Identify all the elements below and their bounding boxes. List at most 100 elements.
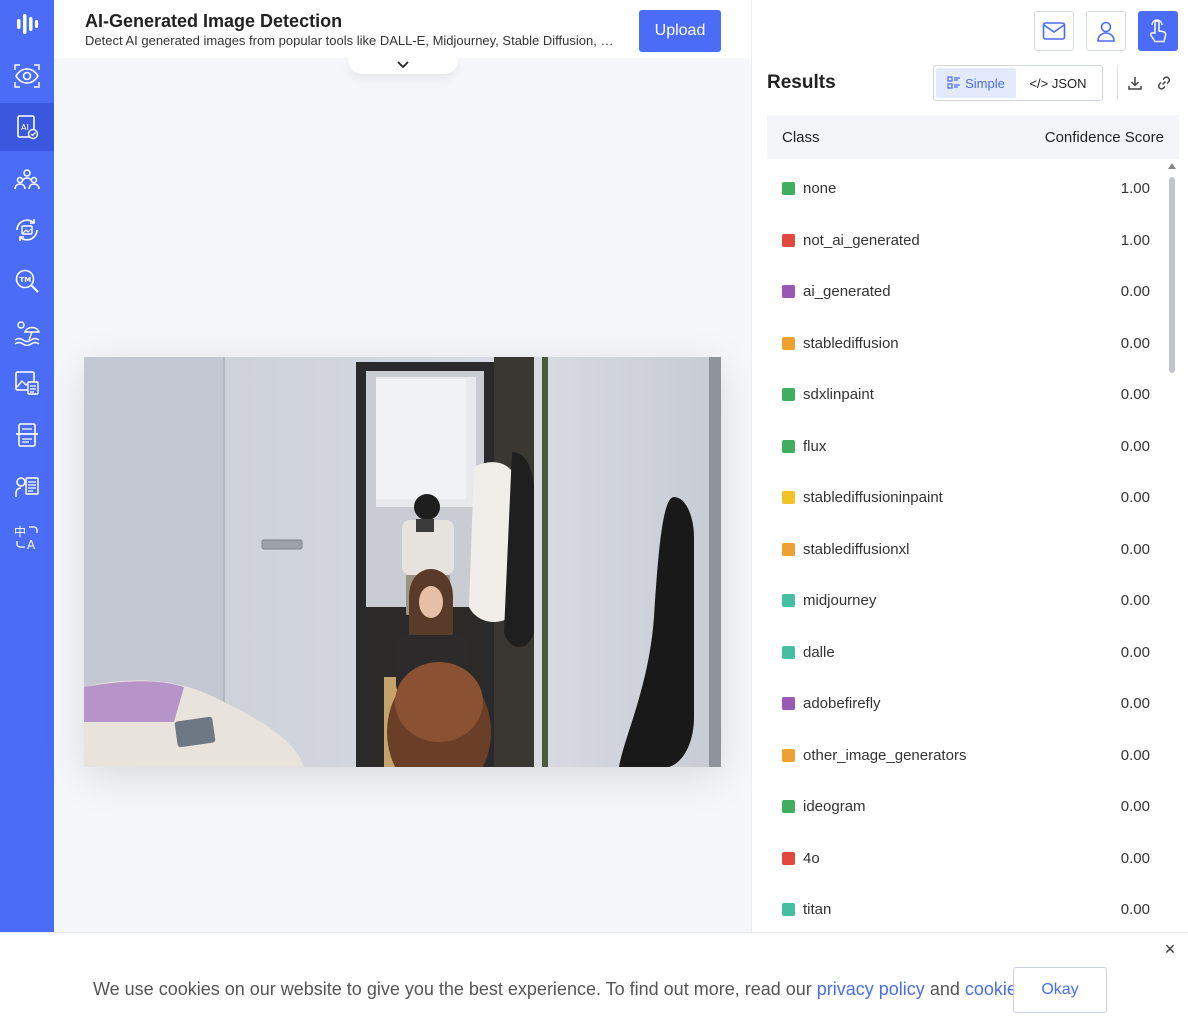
result-class: other_image_generators bbox=[782, 747, 966, 764]
download-button[interactable] bbox=[1126, 74, 1144, 92]
scroll-thumb[interactable] bbox=[1169, 177, 1175, 373]
result-row: stablediffusionxl 0.00 bbox=[767, 524, 1165, 576]
download-icon bbox=[1128, 77, 1142, 90]
column-confidence: Confidence Score bbox=[1044, 128, 1164, 146]
sidebar-item-beach[interactable] bbox=[0, 308, 54, 356]
result-row: not_ai_generated 1.00 bbox=[767, 215, 1165, 267]
sidebar-item-speech-doc[interactable] bbox=[0, 462, 54, 510]
result-row: other_image_generators 0.00 bbox=[767, 730, 1165, 782]
people-icon bbox=[14, 169, 40, 190]
class-color-swatch bbox=[782, 645, 795, 659]
scroll-up-icon[interactable] bbox=[1168, 163, 1176, 169]
class-color-swatch bbox=[782, 851, 795, 865]
class-label: 4o bbox=[803, 849, 820, 867]
result-row: sdxlinpaint 0.00 bbox=[767, 369, 1165, 421]
class-label: titan bbox=[803, 901, 832, 919]
result-class: adobefirefly bbox=[782, 695, 881, 712]
privacy-policy-link[interactable]: privacy policy bbox=[817, 979, 925, 999]
touch-button[interactable] bbox=[1138, 11, 1178, 51]
result-class: ideogram bbox=[782, 798, 866, 815]
result-row: dalle 0.00 bbox=[767, 627, 1165, 679]
class-label: stablediffusionxl bbox=[803, 540, 910, 558]
class-label: midjourney bbox=[803, 592, 877, 610]
class-color-swatch bbox=[782, 336, 795, 350]
trademark-search-icon: TM bbox=[15, 269, 39, 293]
user-icon bbox=[1097, 21, 1115, 42]
results-scrollbar[interactable] bbox=[1167, 163, 1177, 932]
chevron-down-icon bbox=[397, 61, 409, 69]
sidebar-item-people[interactable] bbox=[0, 155, 54, 203]
result-row: none 1.00 bbox=[767, 163, 1165, 215]
confidence-score: 0.00 bbox=[1120, 437, 1150, 455]
upload-button[interactable]: Upload bbox=[639, 10, 721, 52]
ai-image-icon: AI bbox=[17, 115, 39, 140]
class-color-swatch bbox=[782, 903, 795, 917]
svg-text:A: A bbox=[27, 538, 36, 551]
main-panel: AI-Generated Image Detection Detect AI g… bbox=[54, 0, 751, 932]
touch-icon bbox=[1149, 19, 1167, 43]
result-row: stablediffusioninpaint 0.00 bbox=[767, 472, 1165, 524]
confidence-score: 0.00 bbox=[1120, 798, 1150, 816]
confidence-score: 0.00 bbox=[1120, 643, 1150, 661]
confidence-score: 0.00 bbox=[1120, 849, 1150, 867]
copy-link-button[interactable] bbox=[1155, 74, 1173, 92]
confidence-score: 0.00 bbox=[1120, 283, 1150, 301]
mail-button[interactable] bbox=[1034, 11, 1074, 51]
confidence-score: 0.00 bbox=[1120, 901, 1150, 919]
confidence-score: 0.00 bbox=[1120, 592, 1150, 610]
result-row: ideogram 0.00 bbox=[767, 781, 1165, 833]
view-toggle: Simple </> JSON bbox=[933, 65, 1103, 101]
result-class: titan bbox=[782, 901, 831, 918]
class-label: ideogram bbox=[803, 798, 866, 816]
page-subtitle: Detect AI generated images from popular … bbox=[85, 33, 620, 48]
result-row: titan 0.00 bbox=[767, 884, 1165, 936]
class-label: none bbox=[803, 180, 837, 198]
page-title: AI-Generated Image Detection bbox=[85, 11, 343, 31]
result-row: adobefirefly 0.00 bbox=[767, 678, 1165, 730]
confidence-score: 0.00 bbox=[1120, 489, 1150, 507]
class-color-swatch bbox=[782, 594, 795, 608]
sidebar-item-visual-search[interactable] bbox=[0, 52, 54, 100]
result-class: dalle bbox=[782, 644, 835, 661]
result-row: 4o 0.00 bbox=[767, 833, 1165, 885]
results-list: none 1.00 not_ai_generated 1.00 ai_generated… bbox=[767, 163, 1165, 936]
result-class: 4o bbox=[782, 850, 820, 867]
results-panel: Results Simple </> JSON Class Confidence… bbox=[751, 0, 1188, 932]
result-class: stablediffusion bbox=[782, 335, 899, 352]
view-simple-label: Simple bbox=[965, 75, 1005, 91]
class-label: adobefirefly bbox=[803, 695, 881, 713]
result-class: stablediffusioninpaint bbox=[782, 489, 943, 506]
cookie-text-before: We use cookies on our website to give yo… bbox=[93, 979, 817, 999]
sidebar-item-ai-detection[interactable]: AI bbox=[0, 103, 54, 151]
user-button[interactable] bbox=[1086, 11, 1126, 51]
collapse-toggle[interactable] bbox=[348, 56, 458, 74]
class-label: sdxlinpaint bbox=[803, 386, 874, 404]
translate-icon: 中A bbox=[14, 524, 38, 551]
okay-button[interactable]: Okay bbox=[1013, 967, 1107, 1013]
confidence-score: 0.00 bbox=[1120, 746, 1150, 764]
close-icon[interactable]: × bbox=[1162, 940, 1178, 958]
results-table-header: Class Confidence Score bbox=[767, 115, 1179, 159]
class-label: stablediffusioninpaint bbox=[803, 489, 943, 507]
image-refresh-icon bbox=[16, 219, 38, 241]
confidence-score: 0.00 bbox=[1120, 695, 1150, 713]
sidebar-item-translate[interactable]: 中A bbox=[0, 513, 54, 561]
sidebar-item-image-refresh[interactable] bbox=[0, 206, 54, 254]
view-json-tab[interactable]: </> JSON bbox=[1016, 68, 1100, 98]
confidence-score: 0.00 bbox=[1120, 540, 1150, 558]
confidence-score: 0.00 bbox=[1120, 386, 1150, 404]
result-row: midjourney 0.00 bbox=[767, 575, 1165, 627]
class-color-swatch bbox=[782, 697, 795, 711]
sidebar-item-trademark[interactable]: TM bbox=[0, 257, 54, 305]
svg-text:TM: TM bbox=[20, 276, 32, 284]
column-class: Class bbox=[782, 128, 820, 146]
logo-icon[interactable] bbox=[0, 0, 54, 48]
result-row: stablediffusion 0.00 bbox=[767, 318, 1165, 370]
class-label: flux bbox=[803, 437, 827, 455]
confidence-score: 0.00 bbox=[1120, 334, 1150, 352]
list-icon bbox=[947, 76, 961, 89]
sidebar-item-document-scan[interactable] bbox=[0, 411, 54, 459]
result-class: midjourney bbox=[782, 592, 876, 609]
sidebar-item-image-doc[interactable] bbox=[0, 359, 54, 407]
view-simple-tab[interactable]: Simple bbox=[936, 68, 1016, 98]
